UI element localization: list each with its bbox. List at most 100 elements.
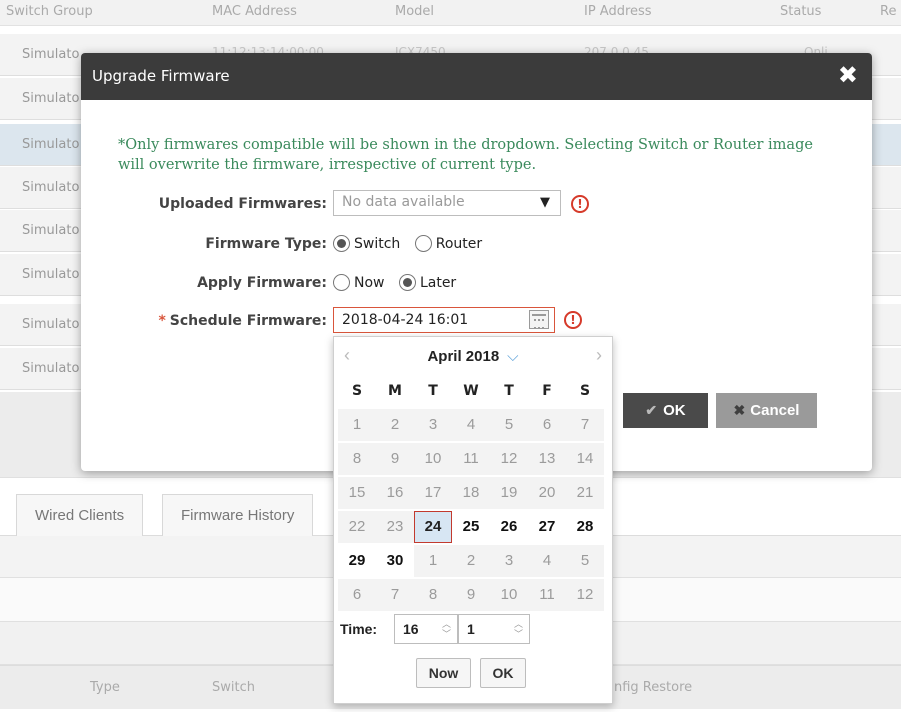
column-header: Re bbox=[880, 4, 897, 19]
radio-switch-label[interactable]: Switch bbox=[354, 236, 400, 252]
day-cell: 17 bbox=[414, 477, 452, 509]
chevron-down-icon[interactable]: ⌵ bbox=[507, 348, 518, 365]
day-cell: 2 bbox=[376, 409, 414, 441]
check-icon: ✔ bbox=[645, 402, 658, 418]
day-cell[interactable]: 27 bbox=[528, 511, 566, 543]
column-header: Status bbox=[780, 4, 822, 19]
day-cell: 14 bbox=[566, 443, 604, 475]
day-cell: 8 bbox=[414, 579, 452, 611]
uploaded-firmwares-label: Uploaded Firmwares: bbox=[158, 196, 327, 212]
radio-router[interactable] bbox=[414, 235, 432, 252]
row-switch-group: Simulato bbox=[22, 180, 80, 195]
day-cell: 12 bbox=[566, 579, 604, 611]
close-icon[interactable]: ✖ bbox=[838, 62, 858, 88]
month-title[interactable]: April 2018 ⌵ bbox=[334, 348, 612, 365]
radio-later-label[interactable]: Later bbox=[420, 275, 456, 291]
time-selector: Time: 16 ︿ ﹀ 1 ︿ ﹀ bbox=[340, 614, 540, 644]
minute-value: 1 bbox=[467, 621, 475, 637]
day-cell: 20 bbox=[528, 477, 566, 509]
select-placeholder: No data available bbox=[342, 194, 465, 210]
weekday-label: W bbox=[463, 383, 479, 399]
warning-icon: ! bbox=[564, 311, 582, 329]
schedule-datetime-value: 2018-04-24 16:01 bbox=[342, 312, 469, 328]
picker-ok-button[interactable]: OK bbox=[480, 658, 526, 688]
day-cell: 6 bbox=[338, 579, 376, 611]
day-cell[interactable]: 26 bbox=[490, 511, 528, 543]
date-picker-popup: ‹ April 2018 ⌵ › SMTWTFS 1 2 3 4 5 6 7 8 9 10 11 12 1… bbox=[333, 336, 613, 704]
column-header: Model bbox=[395, 4, 435, 19]
schedule-firmware-label: * Schedule Firmware: bbox=[158, 313, 327, 329]
day-cell: 1 bbox=[414, 545, 452, 577]
hour-value: 16 bbox=[403, 621, 419, 637]
now-button[interactable]: Now bbox=[416, 658, 471, 688]
cancel-button[interactable]: ✖ Cancel bbox=[716, 393, 817, 428]
day-cell[interactable]: 25 bbox=[452, 511, 490, 543]
column-header: nfig Restore bbox=[614, 680, 693, 695]
day-cell: 15 bbox=[338, 477, 376, 509]
column-header: Switch bbox=[212, 680, 255, 695]
radio-later[interactable] bbox=[398, 274, 416, 291]
day-cell[interactable]: 28 bbox=[566, 511, 604, 543]
compatibility-note: *Only firmwares compatible will be shown… bbox=[118, 137, 813, 173]
tab-firmware-history[interactable]: Firmware History bbox=[162, 494, 314, 536]
day-cell: 21 bbox=[566, 477, 604, 509]
radio-switch[interactable] bbox=[333, 235, 350, 252]
radio-now[interactable] bbox=[333, 274, 350, 291]
calendar-icon[interactable] bbox=[529, 310, 549, 329]
day-cell: 11 bbox=[528, 579, 566, 611]
day-cell: 7 bbox=[566, 409, 604, 441]
row-switch-group: Simulato bbox=[22, 361, 80, 376]
day-cell: 22 bbox=[338, 511, 376, 543]
spinner-arrows-icon[interactable]: ︿ ﹀ bbox=[514, 619, 523, 639]
day-cell: 3 bbox=[490, 545, 528, 577]
table-header: Switch Group MAC Address Model IP Addres… bbox=[0, 0, 901, 26]
schedule-datetime-input[interactable]: 2018-04-24 16:01 bbox=[333, 307, 555, 333]
dropdown-caret-icon: ▼ bbox=[540, 195, 550, 210]
day-cell[interactable]: 30 bbox=[376, 545, 414, 577]
ok-button[interactable]: ✔ OK bbox=[623, 393, 708, 428]
required-asterisk: * bbox=[158, 313, 166, 329]
spinner-arrows-icon[interactable]: ︿ ﹀ bbox=[442, 619, 451, 639]
day-cell: 5 bbox=[566, 545, 604, 577]
weekday-label: T bbox=[428, 383, 438, 399]
weekday-label: M bbox=[388, 383, 402, 399]
day-cell: 4 bbox=[452, 409, 490, 441]
column-header: IP Address bbox=[584, 4, 652, 19]
weekday-label: T bbox=[504, 383, 514, 399]
tab-wired-clients[interactable]: Wired Clients bbox=[16, 494, 144, 536]
day-cell: 9 bbox=[452, 579, 490, 611]
firmware-type-label: Firmware Type: bbox=[205, 236, 327, 252]
day-cell-selected[interactable]: 24 bbox=[414, 511, 452, 543]
dialog-title: Upgrade Firmware bbox=[92, 67, 230, 85]
day-cell: 3 bbox=[414, 409, 452, 441]
weekday-label: S bbox=[351, 383, 363, 399]
row-switch-group: Simulato bbox=[22, 91, 80, 106]
ok-button-label: OK bbox=[663, 402, 686, 419]
time-label: Time: bbox=[340, 621, 378, 637]
day-cell: 6 bbox=[528, 409, 566, 441]
column-header: MAC Address bbox=[212, 4, 297, 19]
day-cell: 11 bbox=[452, 443, 490, 475]
day-cell: 9 bbox=[376, 443, 414, 475]
radio-router-label[interactable]: Router bbox=[436, 236, 482, 252]
row-switch-group: Simulato bbox=[22, 223, 80, 238]
warning-icon: ! bbox=[571, 195, 589, 213]
radio-now-label[interactable]: Now bbox=[354, 275, 385, 291]
day-cell: 10 bbox=[490, 579, 528, 611]
day-cell: 7 bbox=[376, 579, 414, 611]
date-picker-header: ‹ April 2018 ⌵ › bbox=[334, 337, 612, 375]
hour-spinner[interactable]: 16 ︿ ﹀ bbox=[394, 614, 458, 644]
next-month-icon[interactable]: › bbox=[596, 345, 602, 366]
apply-firmware-label: Apply Firmware: bbox=[197, 275, 327, 291]
day-cell: 5 bbox=[490, 409, 528, 441]
uploaded-firmwares-select[interactable]: No data available ▼ bbox=[333, 190, 561, 216]
day-cell[interactable]: 29 bbox=[338, 545, 376, 577]
close-icon: ✖ bbox=[733, 402, 746, 418]
minute-spinner[interactable]: 1 ︿ ﹀ bbox=[458, 614, 530, 644]
row-switch-group: Simulato bbox=[22, 137, 80, 152]
weekday-label: S bbox=[579, 383, 591, 399]
row-switch-group: Simulato bbox=[22, 267, 80, 282]
day-cell: 12 bbox=[490, 443, 528, 475]
day-cell: 2 bbox=[452, 545, 490, 577]
firmware-type-radio-group: Switch Router bbox=[333, 235, 492, 252]
